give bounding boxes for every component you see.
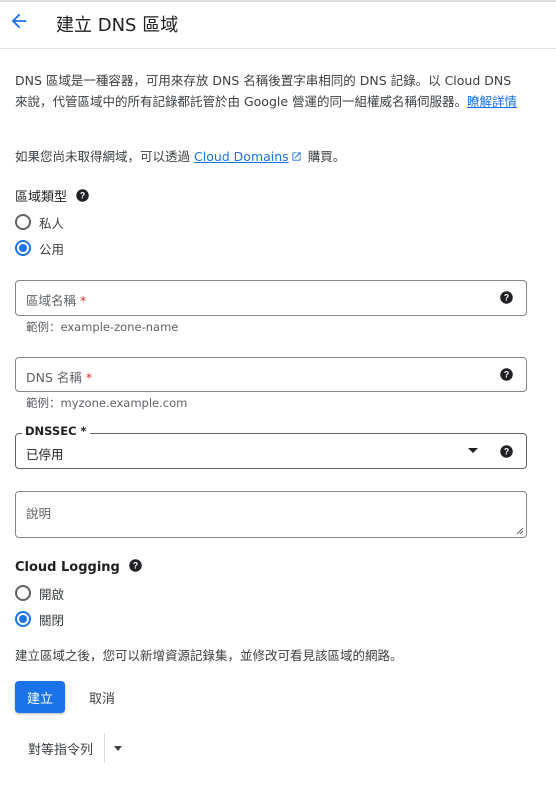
radio-logging-off-label: 關閉 (39, 612, 65, 628)
zone-name-input[interactable]: 區域名稱 * ? (15, 280, 527, 316)
required-mark: * (85, 370, 93, 385)
domains-suffix: 購買。 (307, 149, 346, 164)
cloud-domains-link-text: Cloud Domains (194, 149, 289, 164)
dns-name-hint: 範例：myzone.example.com (26, 396, 188, 410)
resize-grip-icon[interactable] (516, 527, 524, 535)
radio-logging-on[interactable]: 開啟 (15, 583, 64, 603)
help-icon[interactable]: ? (75, 188, 90, 203)
radio-private-label: 私人 (39, 215, 65, 231)
radio-private[interactable]: 私人 (15, 212, 64, 232)
dnssec-select[interactable]: 已停用 ? (15, 433, 527, 469)
domains-note: 如果您尚未取得網域，可以透過 Cloud Domains 購買。 (15, 147, 345, 167)
zone-type-heading: 區域類型 ? (15, 186, 90, 205)
logging-label: Cloud Logging (15, 560, 120, 575)
cloud-domains-link[interactable]: Cloud Domains (194, 149, 304, 164)
svg-text:?: ? (504, 293, 509, 303)
radio-logging-off[interactable]: 關閉 (15, 609, 64, 629)
zone-name-hint: 範例：example-zone-name (26, 320, 179, 334)
radio-circle-logging-on[interactable] (15, 585, 31, 601)
radio-public[interactable]: 公用 (15, 238, 64, 258)
help-icon[interactable]: ? (499, 444, 514, 459)
equivalent-dropdown-toggle[interactable] (106, 733, 130, 763)
logging-heading: Cloud Logging ? (15, 558, 143, 575)
zone-name-placeholder: 區域名稱 * (26, 290, 86, 309)
intro-description: DNS 區域是一種容器，可用來存放 DNS 名稱後置字串相同的 DNS 記錄。以… (15, 71, 527, 112)
required-mark: * (80, 424, 87, 438)
page-title: 建立 DNS 區域 (56, 15, 179, 36)
intro-text: DNS 區域是一種容器，可用來存放 DNS 名稱後置字串相同的 DNS 記錄。以… (15, 73, 512, 109)
svg-text:?: ? (504, 447, 509, 457)
domains-prefix: 如果您尚未取得網域，可以透過 (15, 149, 191, 164)
description-textarea[interactable]: 說明 (15, 491, 527, 538)
description-placeholder: 說明 (26, 506, 52, 521)
radio-logging-on-label: 開啟 (39, 586, 65, 602)
help-icon[interactable]: ? (128, 558, 143, 573)
required-mark: * (80, 293, 87, 308)
radio-public-label: 公用 (39, 241, 65, 257)
cancel-button[interactable]: 取消 (80, 681, 124, 713)
zone-name-placeholder-text: 區域名稱 (26, 293, 77, 308)
zone-type-label: 區域類型 (15, 190, 68, 205)
open-in-new-icon (292, 152, 301, 161)
svg-text:?: ? (504, 370, 509, 380)
page-header: 建立 DNS 區域 (0, 2, 556, 49)
help-icon[interactable]: ? (499, 367, 514, 382)
dropdown-arrow-icon (468, 448, 478, 453)
learn-more-link[interactable]: 瞭解詳情 (467, 94, 517, 109)
dnssec-label-text: DNSSEC (25, 424, 77, 438)
dns-name-placeholder-text: DNS 名稱 (26, 370, 82, 385)
help-icon[interactable]: ? (499, 290, 514, 305)
radio-circle-logging-off[interactable] (15, 611, 31, 627)
svg-text:?: ? (80, 191, 85, 201)
dnssec-label: DNSSEC * (22, 424, 90, 438)
footer-note: 建立區域之後，您可以新增資源記錄集，並修改可看見該區域的網路。 (15, 648, 403, 663)
svg-text:?: ? (133, 561, 138, 571)
radio-circle-private[interactable] (15, 214, 31, 230)
back-arrow-icon[interactable] (8, 10, 30, 32)
dns-name-input[interactable]: DNS 名稱 * ? (15, 357, 527, 392)
equivalent-command-button[interactable]: 對等指令列 (17, 733, 104, 763)
create-button[interactable]: 建立 (15, 681, 65, 713)
split-divider (104, 733, 105, 763)
radio-circle-public[interactable] (15, 240, 31, 256)
dns-name-placeholder: DNS 名稱 * (26, 367, 92, 386)
dnssec-value: 已停用 (26, 447, 64, 462)
